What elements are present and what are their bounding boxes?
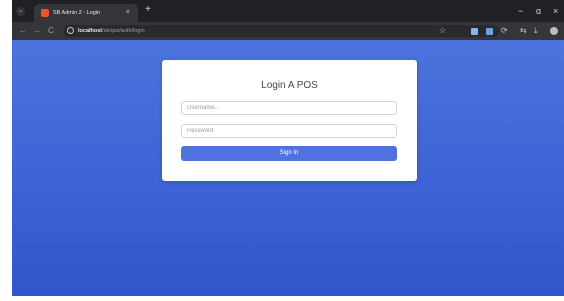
extension-translate-icon[interactable] [486,28,493,35]
sign-in-button[interactable]: Sign In [181,146,397,161]
new-tab-icon[interactable]: + [145,4,151,16]
url-host: localhost [78,28,103,34]
browser-window: ⌄ SB Admin 2 - Login × + − ɑ × ← → C loc… [12,0,564,296]
profile-avatar-icon[interactable] [550,27,558,35]
browser-toolbar: ← → C localhost/skripsi/auth/login ☆ ⟳ ⇆… [12,22,564,40]
login-title: Login A POS [261,80,318,91]
password-input[interactable] [181,124,397,138]
forward-icon[interactable]: → [33,25,41,37]
address-bar[interactable]: localhost/skripsi/auth/login [63,25,499,37]
url-path: /skripsi/auth/login [102,28,145,34]
tab-title: SB Admin 2 - Login [53,10,101,16]
page-viewport: Login A POS Sign In [12,40,564,296]
address-url: localhost/skripsi/auth/login [78,25,145,37]
tab-bar: ⌄ SB Admin 2 - Login × + − ɑ × [12,0,564,22]
download-icon[interactable]: ⤓ [534,25,538,37]
minimize-icon[interactable]: − [518,5,523,17]
browser-tab-active[interactable]: SB Admin 2 - Login × [34,4,138,22]
reload-icon[interactable]: C [48,25,54,37]
extension-icon[interactable] [471,28,478,35]
tab-search-icon[interactable]: ⇆ [520,25,527,37]
back-icon[interactable]: ← [19,25,27,37]
bookmark-star-icon[interactable]: ☆ [439,25,446,37]
maximize-icon[interactable]: ɑ [536,5,541,17]
sync-icon[interactable]: ⟳ [501,25,508,37]
site-info-icon[interactable] [67,27,74,34]
username-input[interactable] [181,101,397,115]
window-close-icon[interactable]: × [553,5,558,17]
tab-close-icon[interactable]: × [126,8,130,18]
tab-search-dropdown-icon[interactable]: ⌄ [16,7,25,16]
login-card: Login A POS Sign In [162,60,417,181]
favicon-icon [41,9,49,17]
